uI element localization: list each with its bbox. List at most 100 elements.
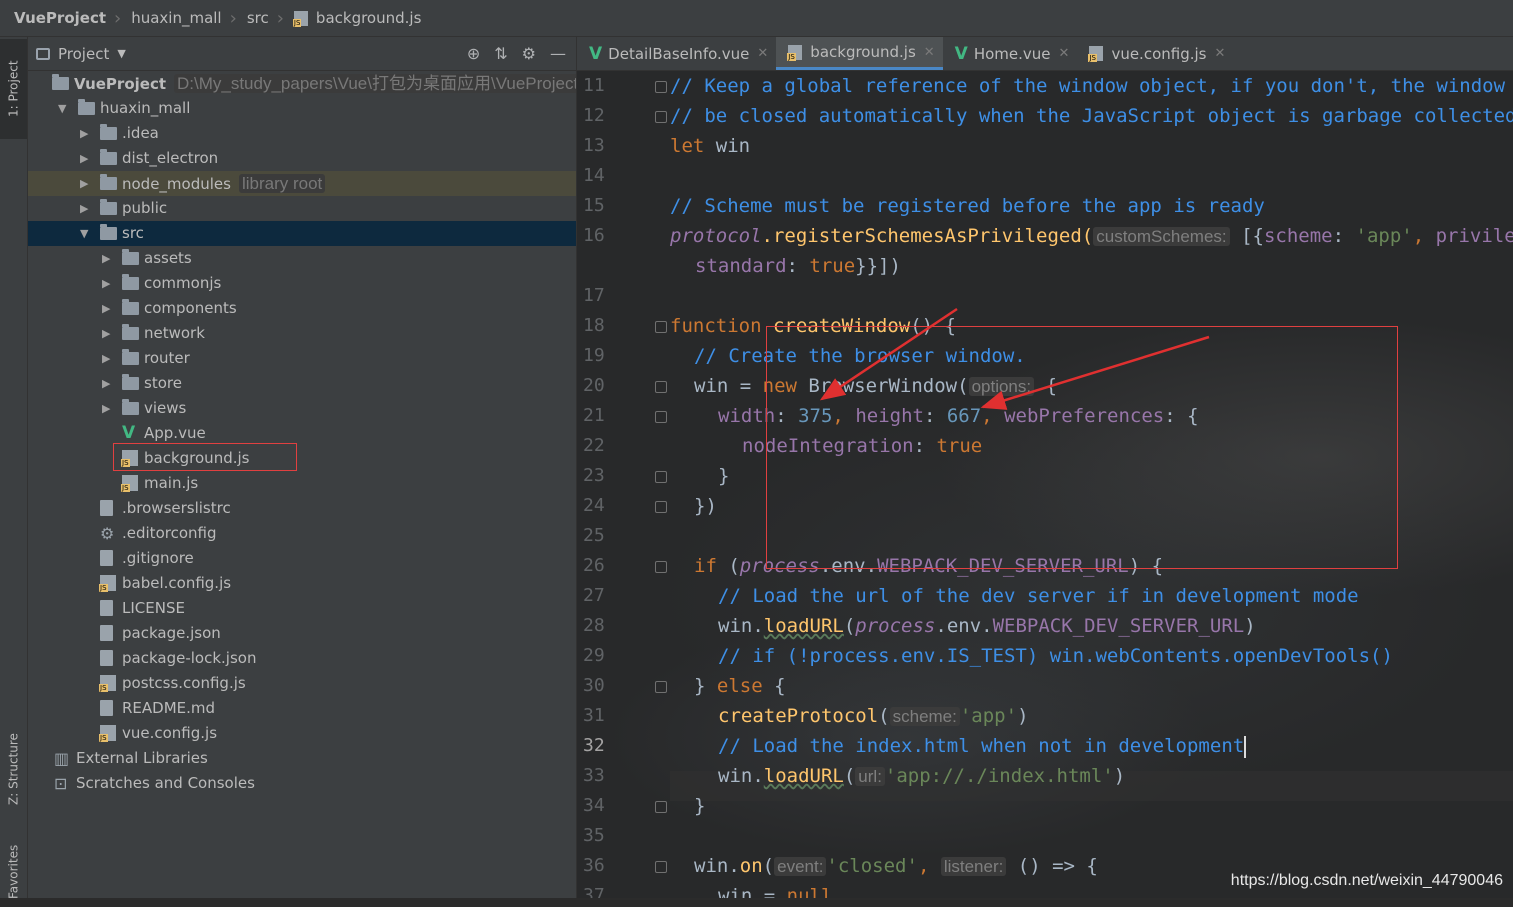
tree-item-label-wrap: package.json	[122, 621, 221, 646]
folder-icon	[122, 349, 139, 365]
navigation-breadcrumb: VueProject › huaxin_mall › src › backgro…	[0, 0, 1513, 37]
tree-item-label-wrap: main.js	[144, 471, 198, 496]
tree-item-node-modules[interactable]: ▶ node_modules library root	[28, 171, 576, 196]
breadcrumb-huaxin-mall[interactable]: huaxin_mall	[123, 9, 221, 27]
tree-item-label: package.json	[122, 624, 221, 642]
tree-item-label: .editorconfig	[122, 524, 217, 542]
file-icon	[100, 550, 113, 566]
tree-item-gitignore[interactable]: .gitignore	[28, 546, 576, 571]
chevron-down-icon[interactable]: ▼	[80, 221, 88, 246]
tree-item-readme-md[interactable]: README.md	[28, 696, 576, 721]
folder-icon	[100, 174, 117, 190]
tree-item-main-js[interactable]: main.js	[28, 471, 576, 496]
breadcrumb-separator-icon: ›	[229, 7, 237, 29]
chevron-right-icon[interactable]: ▶	[80, 121, 88, 146]
project-view-selector[interactable]: Project ▼	[36, 45, 126, 63]
tree-item-label-wrap: commonjs	[144, 271, 221, 296]
locate-icon[interactable]: ⊕	[467, 44, 480, 63]
chevron-right-icon[interactable]: ▶	[80, 146, 88, 171]
hide-panel-icon[interactable]: —	[550, 44, 566, 63]
tree-item-vueproject[interactable]: ▼VueProjectD:\My_study_papers\Vue\打包为桌面应…	[28, 71, 576, 96]
tree-item-commonjs[interactable]: ▶ commonjs	[28, 271, 576, 296]
tree-item-label-wrap: huaxin_mall	[100, 96, 190, 121]
breadcrumb-src[interactable]: src	[239, 9, 269, 27]
config-file-icon: ⚙	[100, 524, 115, 543]
tree-item-store[interactable]: ▶ store	[28, 371, 576, 396]
tree-item-assets[interactable]: ▶ assets	[28, 246, 576, 271]
folder-icon	[122, 324, 139, 340]
tree-item-babel-config-js[interactable]: babel.config.js	[28, 571, 576, 596]
breadcrumb-vueproject[interactable]: VueProject	[0, 9, 106, 27]
breadcrumb-background-js[interactable]: background.js	[286, 9, 421, 27]
annotation-highlight-box	[113, 443, 297, 471]
breadcrumb-background-js-label: background.js	[315, 9, 422, 27]
folder-icon	[100, 124, 117, 140]
tree-item-label: README.md	[122, 699, 216, 717]
tree-item-label: package-lock.json	[122, 649, 257, 667]
watermark-url: https://blog.csdn.net/weixin_44790046	[1230, 872, 1503, 889]
chevron-right-icon[interactable]: ▶	[102, 396, 110, 421]
tree-item-label-wrap: babel.config.js	[122, 571, 231, 596]
js-file-icon	[99, 725, 116, 742]
chevron-right-icon[interactable]: ▶	[102, 296, 110, 321]
tree-item-public[interactable]: ▶ public	[28, 196, 576, 221]
tree-item-label: .gitignore	[122, 549, 194, 567]
tree-item-network[interactable]: ▶ network	[28, 321, 576, 346]
tree-item-label: VueProject	[74, 75, 166, 93]
collapse-all-icon[interactable]: ⇅	[494, 44, 507, 63]
project-panel-header: Project ▼ ⊕ ⇅ ⚙ —	[28, 37, 576, 71]
tree-item-label: views	[144, 399, 187, 417]
folder-icon	[100, 149, 117, 165]
tree-item-label: network	[144, 324, 205, 342]
tree-item-label-wrap: .idea	[122, 121, 159, 146]
tree-item-label-wrap: router	[144, 346, 190, 371]
chevron-right-icon[interactable]: ▶	[102, 346, 110, 371]
chevron-down-icon[interactable]: ▼	[58, 96, 66, 121]
tree-item-label-wrap: LICENSE	[122, 596, 185, 621]
tree-item-package-lock-json[interactable]: package-lock.json	[28, 646, 576, 671]
tree-item-huaxin-mall[interactable]: ▼ huaxin_mall	[28, 96, 576, 121]
tree-item-label-wrap: package-lock.json	[122, 646, 256, 671]
chevron-right-icon[interactable]: ▶	[80, 196, 88, 221]
tree-item-license[interactable]: LICENSE	[28, 596, 576, 621]
tree-item-views[interactable]: ▶ views	[28, 396, 576, 421]
chevron-right-icon[interactable]: ▶	[102, 271, 110, 296]
project-panel-icon	[36, 47, 50, 60]
structure-tool-tab-label: Z: Structure	[6, 733, 21, 805]
tree-item-label: babel.config.js	[122, 574, 232, 592]
breadcrumb-separator-icon: ›	[114, 7, 122, 29]
structure-tool-tab[interactable]: Z: Structure	[0, 719, 27, 819]
tree-item-scratches-and-consoles[interactable]: ⊡ Scratches and Consoles	[28, 771, 576, 796]
tree-item-external-libraries[interactable]: ▥ External Libraries	[28, 746, 576, 771]
tree-item-editorconfig[interactable]: ⚙ .editorconfig	[28, 521, 576, 546]
chevron-right-icon[interactable]: ▶	[102, 321, 110, 346]
file-icon	[100, 500, 113, 516]
tree-item-label-wrap: components	[144, 296, 237, 321]
chevron-right-icon[interactable]: ▶	[102, 246, 110, 271]
tree-item-browserslistrc[interactable]: .browserslistrc	[28, 496, 576, 521]
code-editor: VDetailBaseInfo.vue✕background.js✕VHome.…	[577, 37, 1513, 898]
favorites-tool-tab[interactable]: Favorites	[0, 837, 27, 907]
annotation-arrow-width	[819, 307, 958, 401]
tree-item-label: External Libraries	[76, 749, 208, 767]
tree-item-components[interactable]: ▶ components	[28, 296, 576, 321]
folder-icon	[122, 249, 139, 265]
tree-item-package-json[interactable]: package.json	[28, 621, 576, 646]
chevron-right-icon[interactable]: ▶	[80, 171, 88, 196]
tree-item-postcss-config-js[interactable]: postcss.config.js	[28, 671, 576, 696]
gear-icon[interactable]: ⚙	[522, 44, 536, 63]
tree-item-label: postcss.config.js	[122, 674, 246, 692]
chevron-right-icon[interactable]: ▶	[102, 371, 110, 396]
tree-item-background-js[interactable]: background.js	[28, 446, 576, 471]
tree-item-idea[interactable]: ▶ .idea	[28, 121, 576, 146]
tree-item-router[interactable]: ▶ router	[28, 346, 576, 371]
tree-item-dist-electron[interactable]: ▶ dist_electron	[28, 146, 576, 171]
project-panel: Project ▼ ⊕ ⇅ ⚙ — ▼VueProjectD:\My_study…	[28, 37, 577, 898]
tree-item-label: components	[144, 299, 237, 317]
tree-item-vue-config-js[interactable]: vue.config.js	[28, 721, 576, 746]
tree-item-src[interactable]: ▼ src	[28, 221, 576, 246]
tree-item-app-vue[interactable]: V App.vue	[28, 421, 576, 446]
project-tool-tab-label: 1: Project	[6, 60, 21, 118]
project-tool-tab[interactable]: 1: Project	[0, 39, 27, 139]
annotation-arrow-height	[980, 335, 1210, 410]
